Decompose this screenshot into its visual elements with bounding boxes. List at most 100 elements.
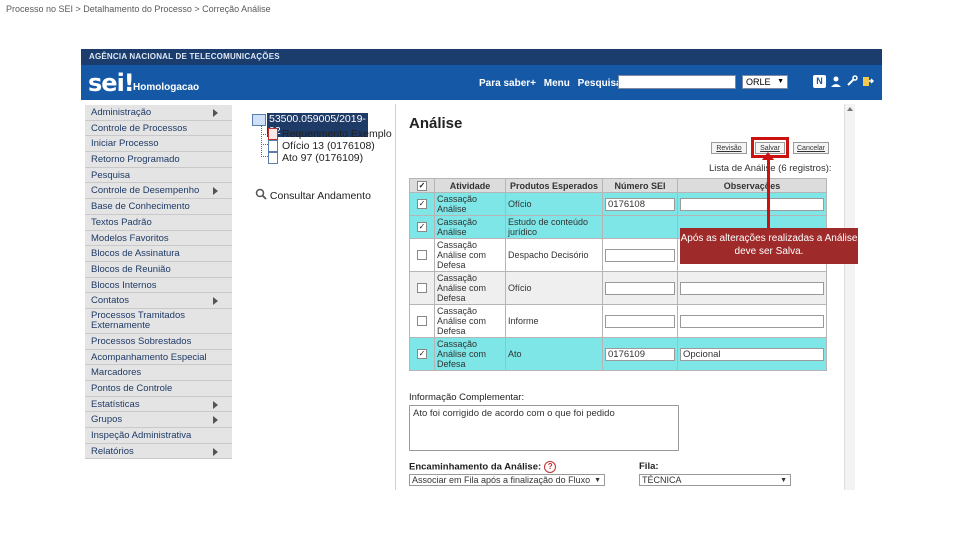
tree-doc-requerimento[interactable]: Requerimento Exemplo <box>282 128 392 140</box>
document-icon <box>268 152 278 164</box>
header-link-pesquisa[interactable]: Pesquisa <box>578 78 622 89</box>
header-select-all[interactable]: ✓ <box>409 178 435 193</box>
scroll-up-icon[interactable] <box>847 107 853 111</box>
menu-item[interactable]: Controle de Processos <box>85 120 232 137</box>
column-header-numero: Número SEI <box>602 178 678 193</box>
queue-label: Fila: <box>639 461 659 472</box>
menu-item[interactable]: Acompanhamento Especial <box>85 349 232 366</box>
complement-textarea[interactable]: Ato foi corrigido de acordo com o que fo… <box>409 405 679 451</box>
table-row: ✓ Cassação Análise Ofício 0176108 <box>409 192 827 216</box>
search-input[interactable] <box>618 75 736 89</box>
menu-item[interactable]: Inspeção Administrativa <box>85 428 232 444</box>
revisao-button[interactable]: Revisão <box>711 142 747 154</box>
chevron-right-icon[interactable] <box>213 416 218 425</box>
activity-cell: Cassação Análise com Defesa <box>434 271 506 305</box>
menu-item[interactable]: Processos Tramitados Externamente <box>85 308 232 334</box>
table-row: Cassação Análise com Defesa Informe <box>409 304 827 338</box>
product-cell: Ofício <box>505 192 603 216</box>
chevron-right-icon[interactable] <box>213 400 218 409</box>
menu-item[interactable]: Blocos Internos <box>85 277 232 294</box>
row-checkbox[interactable] <box>417 283 427 293</box>
menu-item[interactable]: Controle de Desempenho <box>85 183 232 200</box>
chevron-down-icon: ▼ <box>780 477 787 484</box>
menu-item-label: Processos Tramitados Externamente <box>91 309 185 331</box>
observation-input[interactable] <box>680 281 824 295</box>
row-checkbox[interactable] <box>417 316 427 326</box>
menu-item[interactable]: Modelos Favoritos <box>85 230 232 247</box>
help-icon[interactable]: ? <box>544 461 557 473</box>
sei-logo[interactable]: sei! <box>88 69 135 97</box>
menu-item-label: Textos Padrão <box>91 216 152 228</box>
list-caption: Lista de Análise (6 registros): <box>709 163 832 174</box>
exit-icon[interactable] <box>861 75 874 88</box>
n-icon[interactable]: N <box>813 75 826 88</box>
menu-item[interactable]: Relatórios <box>85 443 232 460</box>
menu-item-label: Modelos Favoritos <box>91 232 169 244</box>
menu-item[interactable]: Blocos de Assinatura <box>85 246 232 262</box>
menu-item[interactable]: Administração <box>85 105 232 121</box>
select-all-checkbox[interactable]: ✓ <box>417 180 427 191</box>
sei-number-input[interactable]: 0176108 <box>605 197 675 211</box>
sei-number-input[interactable] <box>605 281 675 295</box>
complement-label: Informação Complementar: <box>409 392 525 403</box>
scrollbar[interactable] <box>844 104 855 490</box>
menu-item[interactable]: Iniciar Processo <box>85 136 232 153</box>
observation-cell <box>677 304 827 338</box>
menu-item[interactable]: Estatísticas <box>85 396 232 413</box>
row-checkbox[interactable] <box>417 250 427 260</box>
menu-item[interactable]: Pesquisa <box>85 167 232 184</box>
menu-item-label: Relatórios <box>91 445 134 457</box>
environment-label: Homologacao <box>133 82 200 93</box>
menu-item-label: Base de Conhecimento <box>91 201 190 213</box>
menu-item[interactable]: Textos Padrão <box>85 214 232 231</box>
agency-name: AGÊNCIA NACIONAL DE TELECOMUNICAÇÕES <box>89 52 280 61</box>
menu-item-label: Administração <box>91 107 152 118</box>
product-cell: Estudo de conteúdo jurídico <box>505 215 603 239</box>
menu-item-label: Pesquisa <box>91 169 131 181</box>
row-checkbox[interactable]: ✓ <box>417 349 427 359</box>
consult-andamento[interactable]: Consultar Andamento <box>255 188 371 202</box>
activity-cell: Cassação Análise com Defesa <box>434 238 506 272</box>
menu-item[interactable]: Grupos <box>85 412 232 429</box>
consult-andamento-label: Consultar Andamento <box>269 190 371 202</box>
header-link-saber[interactable]: Para saber+ <box>479 78 536 89</box>
header-link-menu[interactable]: Menu <box>544 78 570 89</box>
tree-doc-ato[interactable]: Ato 97 (0176109) <box>282 152 363 164</box>
unit-select[interactable]: ORLE ▼ <box>742 75 788 89</box>
menu-item[interactable]: Pontos de Controle <box>85 381 232 397</box>
table-row: Cassação Análise com Defesa Ofício <box>409 271 827 305</box>
user-icon[interactable] <box>829 75 842 88</box>
routing-select[interactable]: Associar em Fila após a finalização do F… <box>409 474 605 486</box>
observation-input[interactable] <box>680 314 824 328</box>
menu-item[interactable]: Retorno Programado <box>85 152 232 168</box>
menu-item[interactable]: Blocos de Reunião <box>85 261 232 278</box>
chevron-right-icon[interactable] <box>213 187 218 196</box>
observation-input[interactable]: Opcional <box>680 347 824 361</box>
sei-number-input[interactable] <box>605 248 675 262</box>
menu-item[interactable]: Marcadores <box>85 365 232 381</box>
menu-item-label: Acompanhamento Especial <box>91 351 207 363</box>
observation-input[interactable] <box>680 197 824 211</box>
chevron-right-icon[interactable] <box>213 109 218 117</box>
queue-select[interactable]: TÉCNICA ▼ <box>639 474 791 486</box>
tools-icon[interactable] <box>845 75 858 88</box>
menu-item[interactable]: Processos Sobrestados <box>85 333 232 350</box>
annotation-callout: Após as alterações realizadas a Análise … <box>680 228 858 264</box>
product-cell: Ofício <box>505 271 603 305</box>
tree-doc-oficio[interactable]: Ofício 13 (0176108) <box>282 140 375 152</box>
menu-item-label: Pontos de Controle <box>91 383 173 394</box>
menu-item-label: Grupos <box>91 414 123 426</box>
sei-number-input[interactable] <box>605 314 675 328</box>
column-header-atividade: Atividade <box>434 178 506 193</box>
pane-divider[interactable] <box>395 104 396 490</box>
routing-select-value: Associar em Fila após a finalização do F… <box>412 475 591 485</box>
menu-item[interactable]: Base de Conhecimento <box>85 199 232 215</box>
sei-number-input[interactable]: 0176109 <box>605 347 675 361</box>
chevron-right-icon[interactable] <box>213 447 218 456</box>
row-checkbox[interactable]: ✓ <box>417 222 427 232</box>
agency-bar: AGÊNCIA NACIONAL DE TELECOMUNICAÇÕES <box>81 49 882 65</box>
row-checkbox[interactable]: ✓ <box>417 199 427 209</box>
chevron-right-icon[interactable] <box>213 297 218 306</box>
cancel-button[interactable]: Cancelar <box>793 142 829 154</box>
menu-item[interactable]: Contatos <box>85 293 232 309</box>
